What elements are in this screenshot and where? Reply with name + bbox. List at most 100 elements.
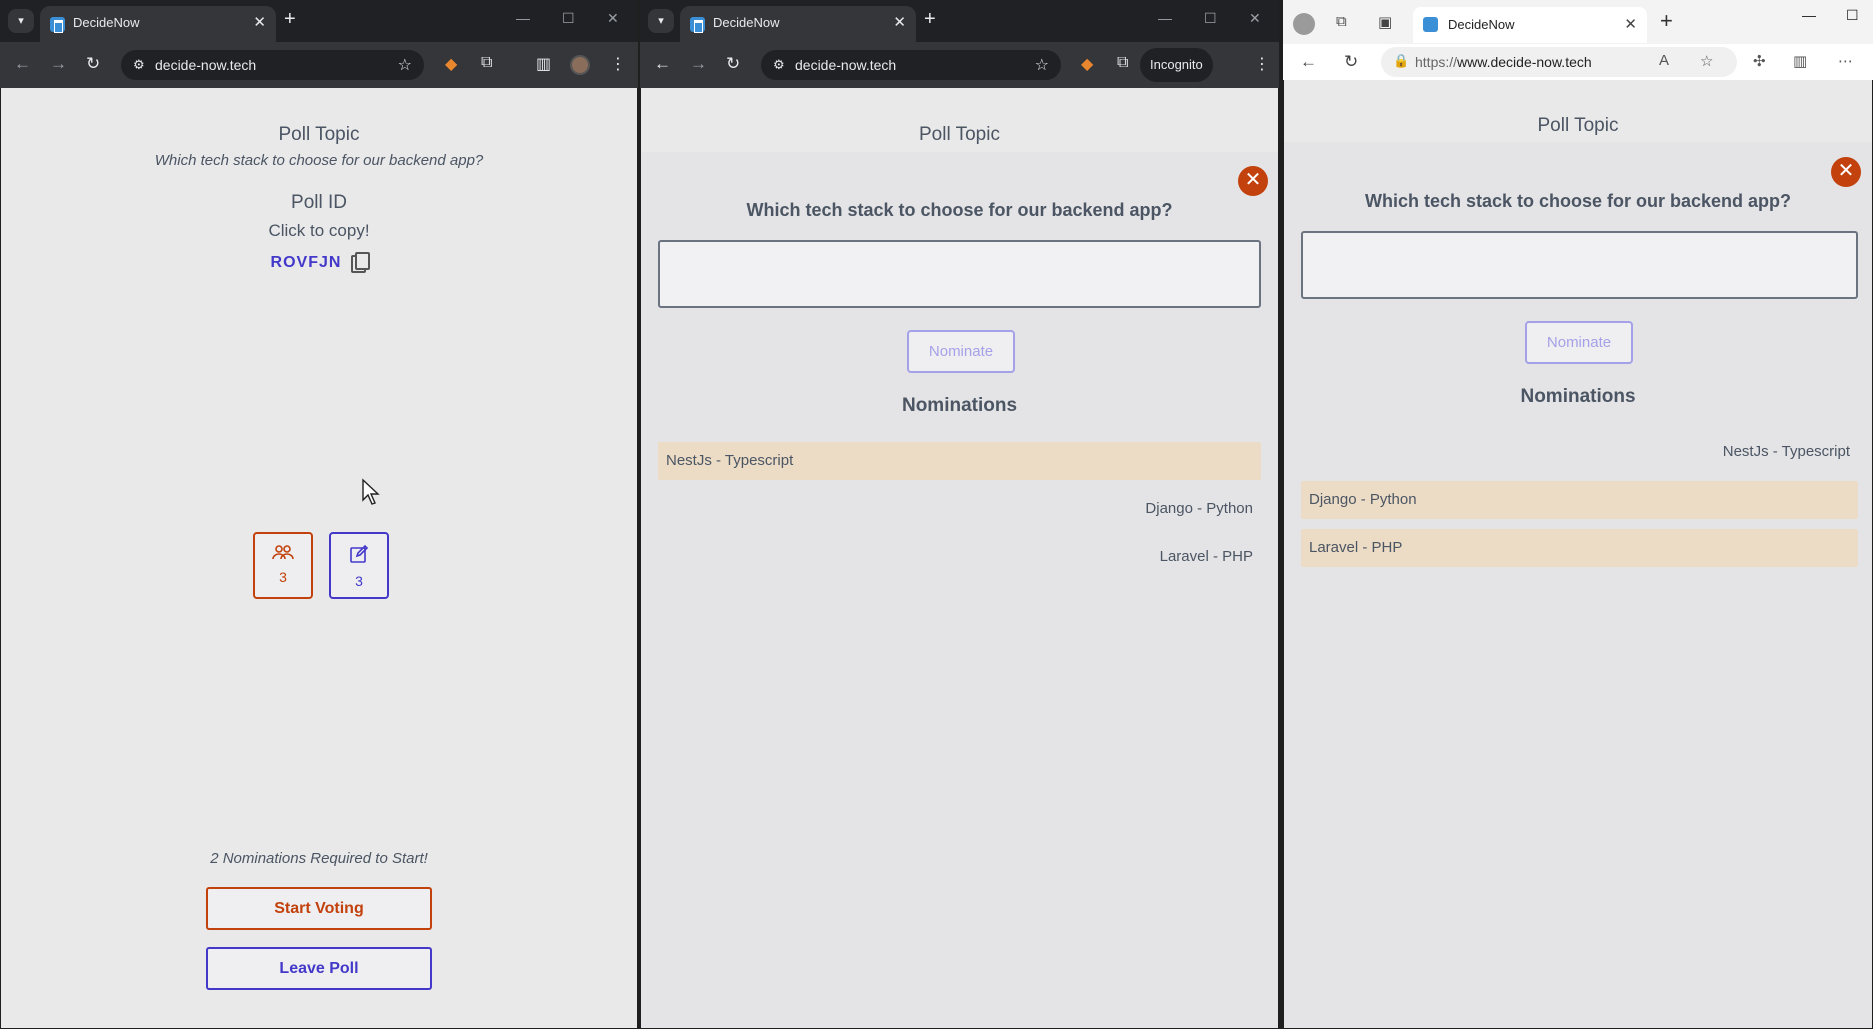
minimize-icon[interactable]: — bbox=[1158, 10, 1172, 26]
tab-close-icon[interactable]: ✕ bbox=[253, 13, 266, 31]
tab-search-button[interactable]: ▾ bbox=[8, 9, 34, 33]
address-bar[interactable]: ⚙ decide-now.tech ☆ bbox=[121, 50, 424, 80]
poll-topic-label: Poll Topic bbox=[919, 124, 1000, 145]
extensions-icon[interactable]: ⧉ bbox=[481, 54, 492, 72]
workspaces-icon[interactable]: ⧉ bbox=[1336, 13, 1347, 30]
nominations-heading: Nominations bbox=[1520, 386, 1636, 407]
extensions-icon[interactable]: ⧉ bbox=[1117, 54, 1128, 72]
nominate-button[interactable]: Nominate bbox=[1525, 321, 1633, 364]
tab-strip: ⧉ ▣ DecideNow ✕ + — ☐ bbox=[1283, 0, 1873, 44]
nominations-required-text: 2 Nominations Required to Start! bbox=[210, 850, 428, 867]
tab-close-icon[interactable]: ✕ bbox=[893, 13, 906, 31]
back-icon[interactable]: ← bbox=[14, 54, 31, 74]
new-tab-button[interactable]: + bbox=[1660, 10, 1673, 32]
read-aloud-icon[interactable]: A bbox=[1659, 52, 1669, 69]
forward-icon[interactable]: → bbox=[690, 54, 707, 74]
poll-id-label: Poll ID bbox=[291, 192, 347, 213]
maximize-icon[interactable]: ☐ bbox=[562, 10, 575, 27]
favorite-star-icon[interactable]: ☆ bbox=[1700, 52, 1713, 70]
nomination-input[interactable] bbox=[658, 240, 1261, 308]
back-icon[interactable]: ← bbox=[654, 54, 671, 74]
close-icon[interactable]: ✕ bbox=[1238, 166, 1268, 196]
menu-dots-icon[interactable]: ⋮ bbox=[610, 54, 626, 74]
reload-icon[interactable]: ↻ bbox=[726, 54, 740, 74]
poll-topic-text: Which tech stack to choose for our backe… bbox=[154, 152, 484, 169]
tab-title: DecideNow bbox=[1448, 17, 1515, 32]
bookmark-star-icon[interactable]: ☆ bbox=[1035, 55, 1049, 75]
settings-more-icon[interactable]: ⋯ bbox=[1838, 52, 1853, 70]
nominations-heading: Nominations bbox=[901, 395, 1018, 416]
poll-id-copy[interactable]: ROVFJN bbox=[1, 252, 637, 273]
poll-id-value[interactable]: ROVFJN bbox=[271, 254, 342, 271]
chrome-frame: ▾ DecideNow ✕ + — ☐ ✕ ← → ↻ ⚙ decide-now… bbox=[0, 0, 638, 88]
tab-strip: ▾ DecideNow ✕ + — ☐ ✕ bbox=[0, 0, 638, 42]
window-close-icon[interactable]: ✕ bbox=[1249, 10, 1261, 27]
reload-icon[interactable]: ↻ bbox=[1344, 52, 1358, 72]
browser-tab[interactable]: DecideNow ✕ bbox=[40, 6, 276, 42]
tab-strip: ▾ DecideNow ✕ + — ☐ ✕ bbox=[640, 0, 1279, 42]
nominate-panel: ✕ Which tech stack to choose for our bac… bbox=[1284, 142, 1872, 1028]
participants-icon bbox=[255, 544, 311, 565]
nominate-question: Which tech stack to choose for our backe… bbox=[746, 200, 1173, 220]
browser-window-edge: ⧉ ▣ DecideNow ✕ + — ☐ ← ↻ 🔒 https://www.… bbox=[1283, 0, 1873, 1029]
address-bar[interactable]: ⚙ decide-now.tech ☆ bbox=[761, 50, 1061, 80]
profile-avatar[interactable] bbox=[1293, 13, 1315, 35]
poll-topic-label: Poll Topic bbox=[278, 124, 360, 145]
maximize-icon[interactable]: ☐ bbox=[1204, 10, 1217, 27]
nominate-button[interactable]: Nominate bbox=[907, 330, 1015, 373]
browser-tab[interactable]: DecideNow ✕ bbox=[1413, 7, 1647, 43]
start-voting-button[interactable]: Start Voting bbox=[206, 887, 432, 930]
nominations-button[interactable]: 3 bbox=[329, 532, 389, 599]
split-screen-icon[interactable]: ▥ bbox=[1793, 52, 1807, 70]
site-favicon-icon bbox=[690, 17, 705, 33]
site-info-icon[interactable]: ⚙ bbox=[133, 57, 145, 73]
nomination-item[interactable]: Django - Python bbox=[1301, 481, 1858, 519]
nomination-input[interactable] bbox=[1301, 231, 1858, 299]
vertical-tabs-icon[interactable]: ▣ bbox=[1378, 13, 1392, 31]
close-icon[interactable]: ✕ bbox=[1831, 157, 1861, 187]
address-bar[interactable]: 🔒 https://www.decide-now.tech bbox=[1381, 47, 1737, 77]
browser-toolbar: ← → ↻ ⚙ decide-now.tech ☆ ◆ ⧉ ▥ ⋮ bbox=[0, 42, 638, 88]
site-favicon-icon bbox=[50, 17, 65, 33]
minimize-icon[interactable]: — bbox=[516, 10, 530, 26]
side-panel-icon[interactable]: ▥ bbox=[536, 54, 551, 74]
incognito-badge[interactable]: Incognito bbox=[1140, 48, 1213, 82]
nomination-item[interactable]: NestJs - Typescript bbox=[658, 442, 1261, 480]
nominate-question: Which tech stack to choose for our backe… bbox=[1364, 191, 1792, 211]
browser-tab[interactable]: DecideNow ✕ bbox=[680, 6, 916, 42]
bookmark-star-icon[interactable]: ☆ bbox=[398, 55, 412, 75]
nomination-item: Laravel - PHP bbox=[658, 538, 1261, 576]
url-host: www.decide-now.tech bbox=[1457, 54, 1592, 70]
window-close-icon[interactable]: ✕ bbox=[607, 10, 619, 27]
leave-poll-button[interactable]: Leave Poll bbox=[206, 947, 432, 990]
edit-icon bbox=[331, 544, 387, 569]
participants-count: 3 bbox=[279, 569, 287, 585]
copy-icon[interactable] bbox=[351, 252, 371, 273]
nominations-count: 3 bbox=[355, 573, 363, 589]
metamask-extension-icon[interactable]: ◆ bbox=[1081, 54, 1093, 74]
reload-icon[interactable]: ↻ bbox=[86, 54, 100, 74]
site-info-icon[interactable]: ⚙ bbox=[773, 57, 785, 73]
tab-close-icon[interactable]: ✕ bbox=[1624, 15, 1637, 33]
new-tab-button[interactable]: + bbox=[924, 9, 936, 29]
maximize-icon[interactable]: ☐ bbox=[1846, 7, 1859, 24]
address-url: https://www.decide-now.tech bbox=[1415, 54, 1592, 70]
extensions-icon[interactable]: ✣ bbox=[1753, 52, 1766, 70]
tab-title: DecideNow bbox=[73, 15, 140, 30]
forward-icon[interactable]: → bbox=[50, 54, 67, 74]
browser-window-incognito: ▾ DecideNow ✕ + — ☐ ✕ ← → ↻ ⚙ decide-now… bbox=[640, 0, 1279, 1029]
nomination-item[interactable]: Laravel - PHP bbox=[1301, 529, 1858, 567]
tab-search-button[interactable]: ▾ bbox=[648, 9, 674, 33]
copy-hint: Click to copy! bbox=[268, 221, 370, 240]
back-icon[interactable]: ← bbox=[1300, 52, 1317, 72]
browser-toolbar: ← ↻ 🔒 https://www.decide-now.tech A ☆ ✣ … bbox=[1283, 44, 1873, 80]
new-tab-button[interactable]: + bbox=[284, 9, 296, 29]
browser-toolbar: ← → ↻ ⚙ decide-now.tech ☆ ◆ ⧉ ▥ Incognit… bbox=[640, 42, 1279, 88]
minimize-icon[interactable]: — bbox=[1802, 7, 1816, 23]
metamask-extension-icon[interactable]: ◆ bbox=[445, 54, 457, 74]
menu-dots-icon[interactable]: ⋮ bbox=[1254, 54, 1270, 74]
participants-button[interactable]: 3 bbox=[253, 532, 313, 599]
address-url: decide-now.tech bbox=[795, 57, 897, 73]
poll-topic-label: Poll Topic bbox=[1537, 115, 1619, 136]
profile-avatar[interactable] bbox=[570, 55, 590, 75]
